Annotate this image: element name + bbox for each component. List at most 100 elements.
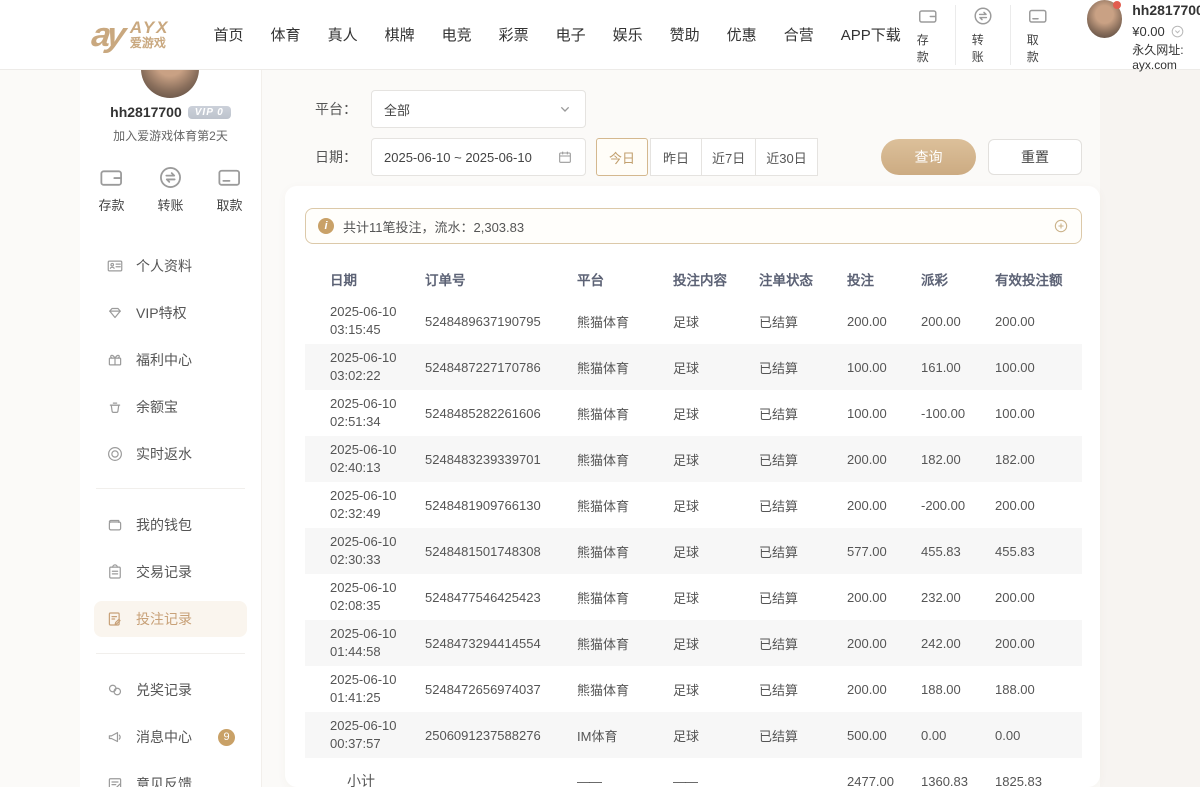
column-header: 投注 <box>839 269 913 289</box>
table-row[interactable]: 2025-06-1001:41:25 5248472656974037 熊猫体育… <box>305 666 1082 712</box>
reset-button[interactable]: 重置 <box>988 139 1082 175</box>
cell-bet-amount: 200.00 <box>839 452 913 467</box>
cell-date: 2025-06-1002:40:13 <box>305 441 417 476</box>
sidebar-item-label: VIP特权 <box>136 303 187 323</box>
nav-item-4[interactable]: 电竞 <box>442 24 472 45</box>
column-header: 注单状态 <box>751 269 839 289</box>
date-filter-label: 日期： <box>315 147 371 167</box>
cell-bet-amount: 200.00 <box>839 498 913 513</box>
cell-valid-amount: 188.00 <box>987 682 1082 697</box>
sidebar-item-投注记录[interactable]: 投注记录 <box>94 601 247 637</box>
cell-platform: 熊猫体育 <box>569 312 665 331</box>
nav-item-8[interactable]: 赞助 <box>670 24 700 45</box>
column-header: 订单号 <box>417 269 569 289</box>
table-row[interactable]: 2025-06-1002:40:13 5248483239339701 熊猫体育… <box>305 436 1082 482</box>
cell-platform: 熊猫体育 <box>569 542 665 561</box>
transfer-icon <box>157 164 184 191</box>
cell-payout: -100.00 <box>913 406 987 421</box>
subtotal-bet: 2477.00 <box>839 774 913 787</box>
nav-item-9[interactable]: 优惠 <box>727 24 757 45</box>
cell-order-no: 5248473294414554 <box>417 636 569 651</box>
cell-platform: 熊猫体育 <box>569 634 665 653</box>
sidebar-item-个人资料[interactable]: 个人资料 <box>94 248 247 284</box>
sidebar-quick-actions: 存款 转账 取款 <box>80 164 261 214</box>
navbar-user-block: hh2817700 VIP 0 ¥0.00 永久网址: ayx.com <box>1087 0 1200 72</box>
nav-item-1[interactable]: 体育 <box>271 24 301 45</box>
feedback-icon <box>106 775 124 787</box>
cell-payout: 455.83 <box>913 544 987 559</box>
sidebar-item-VIP特权[interactable]: VIP特权 <box>94 295 247 331</box>
table-row[interactable]: 2025-06-1001:44:58 5248473294414554 熊猫体育… <box>305 620 1082 666</box>
vip-badge: VIP 0 <box>188 106 231 119</box>
cell-bet-content: 足球 <box>665 588 751 607</box>
action-label: 存款 <box>98 195 124 214</box>
table-row[interactable]: 2025-06-1002:30:33 5248481501748308 熊猫体育… <box>305 528 1082 574</box>
table-header-row: 日期订单号平台投注内容注单状态投注派彩有效投注额 <box>305 260 1082 298</box>
platform-select[interactable]: 全部 <box>371 90 586 128</box>
cell-valid-amount: 100.00 <box>987 360 1082 375</box>
chevron-down-circle-icon[interactable] <box>1170 24 1185 39</box>
action-转账[interactable]: 转账 <box>157 164 184 214</box>
calendar-icon <box>557 149 573 165</box>
info-icon: i <box>318 218 334 234</box>
nav-item-3[interactable]: 棋牌 <box>385 24 415 45</box>
cell-platform: 熊猫体育 <box>569 680 665 699</box>
sidebar-item-我的钱包[interactable]: 我的钱包 <box>94 507 247 543</box>
nav-item-10[interactable]: 合营 <box>784 24 814 45</box>
expand-plus-icon[interactable] <box>1053 218 1069 234</box>
withdraw-card-icon <box>216 164 243 191</box>
action-取款[interactable]: 取款 <box>216 164 243 214</box>
range-button-今日[interactable]: 今日 <box>596 138 648 176</box>
cell-date: 2025-06-1000:37:57 <box>305 717 417 752</box>
table-row[interactable]: 2025-06-1002:08:35 5248477546425423 熊猫体育… <box>305 574 1082 620</box>
action-取款[interactable]: 取款 <box>1010 5 1065 65</box>
id-card-icon <box>106 257 124 275</box>
main-nav: 首页 体育 真人 棋牌 电竞 彩票 电子 娱乐 赞助 优惠 合营 APP下载 <box>214 24 901 45</box>
range-button-近7日[interactable]: 近7日 <box>701 138 756 176</box>
cell-bet-content: 足球 <box>665 404 751 423</box>
sidebar-item-交易记录[interactable]: 交易记录 <box>94 554 247 590</box>
table-row[interactable]: 2025-06-1003:02:22 5248487227170786 熊猫体育… <box>305 344 1082 390</box>
table-row[interactable]: 2025-06-1002:32:49 5248481909766130 熊猫体育… <box>305 482 1082 528</box>
cell-order-no: 2506091237588276 <box>417 728 569 743</box>
sidebar-item-label: 实时返水 <box>136 444 192 464</box>
action-转账[interactable]: 转账 <box>955 5 1010 65</box>
table-row[interactable]: 2025-06-1002:51:34 5248485282261606 熊猫体育… <box>305 390 1082 436</box>
cell-bet-amount: 200.00 <box>839 590 913 605</box>
nav-item-0[interactable]: 首页 <box>214 24 244 45</box>
sidebar-item-余额宝[interactable]: 余额宝 <box>94 389 247 425</box>
table-row[interactable]: 2025-06-1000:37:57 2506091237588276 IM体育… <box>305 712 1082 758</box>
range-button-昨日[interactable]: 昨日 <box>650 138 702 176</box>
filter-panel: 平台： 全部 日期： 2025-06-10 ~ 2025-06-10 今日昨日近… <box>285 74 1100 176</box>
sidebar-item-兑奖记录[interactable]: 兑奖记录 <box>94 672 247 708</box>
sidebar-item-消息中心[interactable]: 消息中心 9 <box>94 719 247 755</box>
cell-date: 2025-06-1002:51:34 <box>305 395 417 430</box>
sidebar-item-福利中心[interactable]: 福利中心 <box>94 342 247 378</box>
permanent-domain-text: 永久网址: ayx.com <box>1132 41 1200 72</box>
avatar[interactable] <box>1087 0 1123 38</box>
brand-logo[interactable]: ay AYX 爱游戏 <box>92 18 170 52</box>
cell-payout: 188.00 <box>913 682 987 697</box>
nav-item-11[interactable]: APP下载 <box>841 24 901 45</box>
sidebar-item-实时返水[interactable]: 实时返水 <box>94 436 247 472</box>
sidebar-item-label: 投注记录 <box>136 609 192 629</box>
action-存款[interactable]: 存款 <box>98 164 125 214</box>
range-button-近30日[interactable]: 近30日 <box>755 138 817 176</box>
subtotal-payout: 1360.83 <box>913 774 987 787</box>
cell-valid-amount: 182.00 <box>987 452 1082 467</box>
nav-item-7[interactable]: 娱乐 <box>613 24 643 45</box>
cell-bet-amount: 100.00 <box>839 360 913 375</box>
table-row[interactable]: 2025-06-1003:15:45 5248489637190795 熊猫体育… <box>305 298 1082 344</box>
cell-bet-amount: 100.00 <box>839 406 913 421</box>
balance-row[interactable]: ¥0.00 <box>1132 24 1200 39</box>
sidebar-item-意见反馈[interactable]: 意见反馈 <box>94 766 247 787</box>
action-存款[interactable]: 存款 <box>901 5 955 65</box>
date-range-input[interactable]: 2025-06-10 ~ 2025-06-10 <box>371 138 586 176</box>
cell-bet-amount: 200.00 <box>839 314 913 329</box>
nav-item-5[interactable]: 彩票 <box>499 24 529 45</box>
cell-date: 2025-06-1002:32:49 <box>305 487 417 522</box>
cell-valid-amount: 200.00 <box>987 636 1082 651</box>
nav-item-6[interactable]: 电子 <box>556 24 586 45</box>
search-button[interactable]: 查询 <box>881 139 976 175</box>
nav-item-2[interactable]: 真人 <box>328 24 358 45</box>
